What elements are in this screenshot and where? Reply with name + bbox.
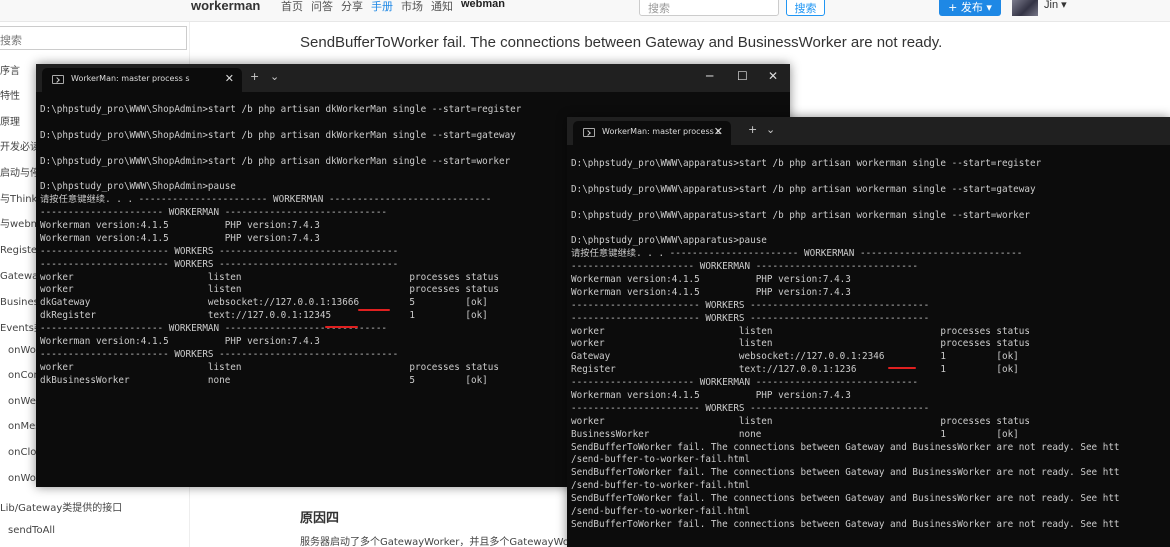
- brand-logo[interactable]: workerman: [191, 0, 260, 13]
- terminal-tab-title: WorkerMan: master process s: [602, 127, 721, 136]
- terminal-line: worker listen processes status: [571, 338, 1030, 350]
- terminal-line: SendBufferToWorker fail. The connections…: [571, 518, 1120, 530]
- terminal-line: D:\phpstudy_pro\WWW\apparatus>start /b p…: [571, 183, 1036, 195]
- section-heading: 原因四: [300, 511, 340, 526]
- close-icon[interactable]: ✕: [225, 72, 234, 85]
- terminal-line: D:\phpstudy_pro\WWW\ShopAdmin>start /b p…: [40, 104, 522, 115]
- avatar[interactable]: [1012, 0, 1038, 16]
- top-navbar: workerman 首页 问答 分享 手册 市场 通知 webman 搜索 搜索…: [0, 0, 1170, 22]
- terminal-line: ---------------------- WORKERMAN -------…: [571, 377, 919, 389]
- terminal-line: Gateway websocket://127.0.0.1:2346 1 [ok…: [571, 351, 1019, 363]
- terminal-window-right[interactable]: WorkerMan: master process s ✕ + ⌄ D:\php…: [567, 117, 1170, 547]
- terminal-line: SendBufferToWorker fail. The connections…: [571, 493, 1120, 505]
- page-title: SendBufferToWorker fail. The connections…: [300, 34, 943, 51]
- terminal-line: ----------------------- WORKERS --------…: [571, 299, 930, 311]
- plus-icon[interactable]: +: [748, 123, 757, 136]
- terminal-line: ----------------------- WORKERS --------…: [571, 402, 930, 414]
- terminal-line: SendBufferToWorker fail. The connections…: [571, 467, 1120, 479]
- terminal-line: ----------------------- WORKERS --------…: [571, 312, 930, 324]
- plus-icon[interactable]: +: [250, 70, 259, 83]
- terminal-line: Register text://127.0.0.1:1236 1 [ok]: [571, 364, 1019, 376]
- sidebar-search-input[interactable]: 搜索: [0, 26, 187, 50]
- minimize-icon[interactable]: ─: [706, 69, 713, 83]
- terminal-line: Workerman version:4.1.5 PHP version:7.4.…: [571, 390, 851, 402]
- terminal-tab-title: WorkerMan: master process s: [71, 74, 190, 83]
- user-menu[interactable]: Jin ▾: [1044, 0, 1067, 11]
- terminal-line: ---------------------- WORKERMAN -------…: [571, 261, 919, 273]
- chevron-down-icon[interactable]: ⌄: [766, 123, 775, 136]
- terminal-titlebar[interactable]: WorkerMan: master process s ✕ + ⌄: [567, 117, 1170, 145]
- red-underline-mark: [358, 309, 390, 311]
- terminal-line: /send-buffer-to-worker-fail.html: [571, 480, 751, 492]
- terminal-tab[interactable]: WorkerMan: master process s ✕: [42, 68, 242, 92]
- terminal-tab[interactable]: WorkerMan: master process s ✕: [573, 121, 731, 145]
- sidebar-subitem[interactable]: sendToAll: [8, 525, 55, 536]
- terminal-line: D:\phpstudy_pro\WWW\apparatus>start /b p…: [571, 209, 1030, 221]
- terminal-line: /send-buffer-to-worker-fail.html: [571, 454, 751, 466]
- nav-link-home[interactable]: 首页: [281, 0, 303, 14]
- sidebar-item[interactable]: 原理: [0, 113, 20, 128]
- terminal-line: D:\phpstudy_pro\WWW\apparatus>start /b p…: [571, 158, 1042, 169]
- nav-link-market[interactable]: 市场: [401, 0, 423, 14]
- nav-link-qa[interactable]: 问答: [311, 0, 333, 14]
- nav-link-webman[interactable]: webman: [461, 0, 505, 14]
- terminal-line: 请按任意键继续. . . ----------------------- WOR…: [571, 248, 1023, 260]
- terminal-line: /send-buffer-to-worker-fail.html: [571, 506, 751, 518]
- terminal-line: worker listen processes status: [571, 415, 1030, 427]
- nav-search-button[interactable]: 搜索: [786, 0, 825, 16]
- terminal-output[interactable]: D:\phpstudy_pro\WWW\apparatus>start /b p…: [571, 158, 1170, 547]
- terminal-line: BusinessWorker none 1 [ok]: [571, 428, 1019, 440]
- publish-button[interactable]: + 发布 ▾: [939, 0, 1001, 16]
- red-underline-mark: [888, 367, 916, 369]
- terminal-line: D:\phpstudy_pro\WWW\apparatus>pause: [571, 235, 767, 247]
- nav-link-share[interactable]: 分享: [341, 0, 363, 14]
- sidebar-item[interactable]: 开发必读: [0, 138, 40, 153]
- terminal-icon: [52, 75, 64, 84]
- sidebar-item[interactable]: 序言: [0, 62, 20, 77]
- terminal-line: worker listen processes status: [571, 325, 1030, 337]
- terminal-line: SendBufferToWorker fail. The connections…: [571, 441, 1120, 453]
- sidebar-item[interactable]: Lib/Gateway类提供的接口: [0, 499, 122, 514]
- close-icon[interactable]: ✕: [768, 69, 778, 83]
- sidebar-item[interactable]: 特性: [0, 87, 20, 102]
- terminal-icon: [583, 128, 595, 137]
- terminal-titlebar[interactable]: WorkerMan: master process s ✕ + ⌄ ─ ☐ ✕: [36, 64, 790, 92]
- nav-links: 首页 问答 分享 手册 市场 通知 webman: [281, 0, 505, 14]
- red-underline-mark: [325, 326, 358, 328]
- close-icon[interactable]: ✕: [714, 125, 723, 138]
- nav-search-input[interactable]: 搜索: [639, 0, 779, 16]
- nav-link-notify[interactable]: 通知: [431, 0, 453, 14]
- terminal-line: Workerman version:4.1.5 PHP version:7.4.…: [571, 286, 851, 298]
- maximize-icon[interactable]: ☐: [737, 69, 748, 83]
- terminal-line: Workerman version:4.1.5 PHP version:7.4.…: [571, 274, 851, 286]
- chevron-down-icon[interactable]: ⌄: [270, 70, 279, 83]
- nav-link-manual[interactable]: 手册: [371, 0, 393, 14]
